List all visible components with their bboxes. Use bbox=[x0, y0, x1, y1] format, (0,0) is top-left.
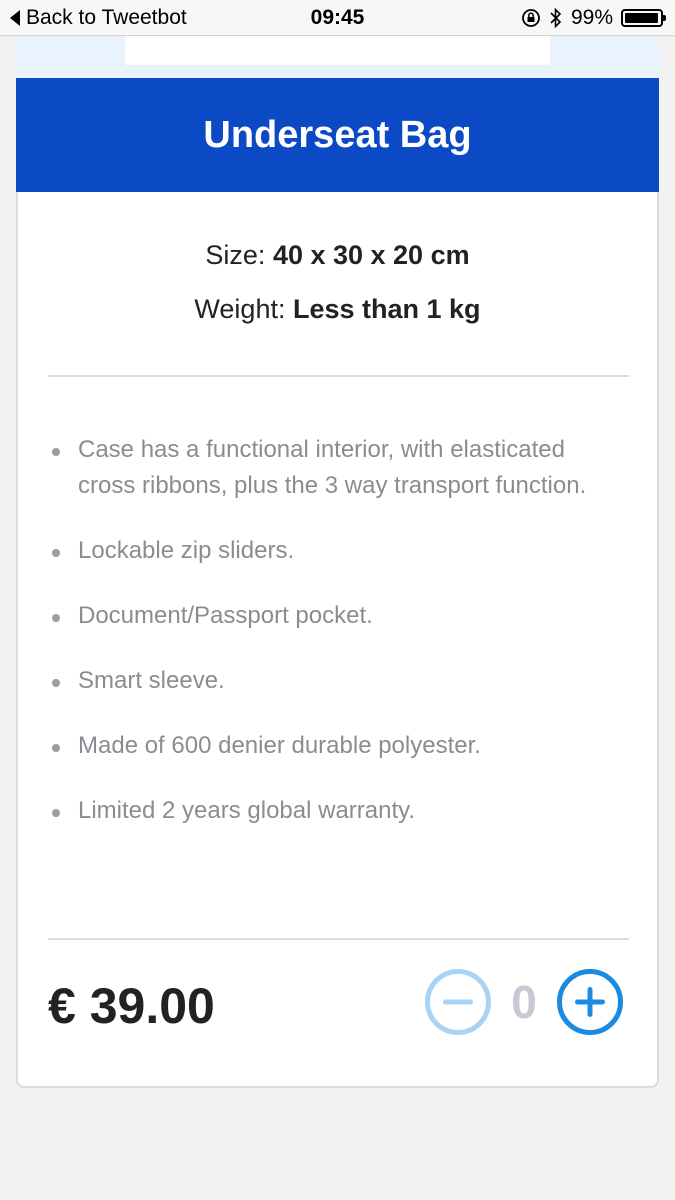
product-title-bar: Underseat Bag bbox=[16, 78, 659, 192]
rotation-lock-icon bbox=[522, 9, 540, 27]
feature-item: Limited 2 years global warranty. bbox=[46, 793, 606, 829]
minus-icon bbox=[443, 999, 473, 1005]
weight-label: Weight: bbox=[194, 294, 286, 324]
plus-icon bbox=[575, 987, 605, 1017]
weight-value: Less than 1 kg bbox=[292, 294, 481, 324]
weight-spec: Weight: Less than 1 kg bbox=[18, 294, 657, 325]
status-bar: Back to Tweetbot 09:45 99% bbox=[0, 0, 675, 36]
battery-percent: 99% bbox=[570, 6, 613, 29]
quantity-value: 0 bbox=[511, 976, 537, 1028]
size-value: 40 x 30 x 20 cm bbox=[272, 240, 470, 270]
bluetooth-icon bbox=[550, 7, 562, 29]
feature-item: Document/Passport pocket. bbox=[46, 598, 606, 634]
price: € 39.00 bbox=[48, 978, 215, 1034]
increase-quantity-button[interactable] bbox=[557, 969, 623, 1035]
feature-item: Smart sleeve. bbox=[46, 663, 606, 699]
divider bbox=[48, 938, 629, 940]
size-spec: Size: 40 x 30 x 20 cm bbox=[18, 240, 657, 271]
feature-list: Case has a functional interior, with ela… bbox=[46, 432, 606, 858]
feature-item: Case has a functional interior, with ela… bbox=[46, 432, 606, 504]
product-card: Size: 40 x 30 x 20 cm Weight: Less than … bbox=[16, 192, 659, 1088]
divider bbox=[48, 375, 629, 377]
previous-card-image-area bbox=[125, 36, 550, 65]
decrease-quantity-button[interactable] bbox=[425, 969, 491, 1035]
battery-icon bbox=[621, 9, 666, 27]
feature-item: Lockable zip sliders. bbox=[46, 533, 606, 569]
feature-item: Made of 600 denier durable polyester. bbox=[46, 728, 606, 764]
product-title: Underseat Bag bbox=[203, 113, 472, 156]
quantity-stepper: 0 bbox=[425, 969, 623, 1035]
size-label: Size: bbox=[205, 240, 266, 270]
